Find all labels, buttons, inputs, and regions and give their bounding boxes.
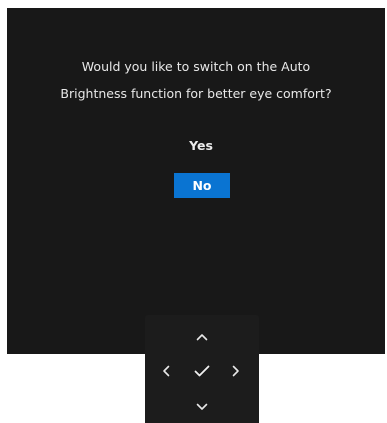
osd-dialog: Would you like to switch on the Auto Bri… bbox=[7, 8, 385, 354]
up-button[interactable] bbox=[191, 326, 213, 348]
left-button[interactable] bbox=[155, 360, 177, 382]
dialog-prompt: Would you like to switch on the Auto Bri… bbox=[7, 53, 385, 107]
screen: Would you like to switch on the Auto Bri… bbox=[0, 0, 387, 423]
joystick-guide bbox=[145, 315, 259, 423]
confirm-button[interactable] bbox=[191, 360, 213, 382]
chevron-up-icon bbox=[196, 333, 208, 341]
chevron-right-icon bbox=[232, 365, 240, 377]
chevron-down-icon bbox=[196, 403, 208, 411]
prompt-line-1: Would you like to switch on the Auto bbox=[81, 59, 311, 74]
prompt-line-2: Brightness function for better eye comfo… bbox=[60, 86, 332, 101]
right-button[interactable] bbox=[225, 360, 247, 382]
chevron-left-icon bbox=[162, 365, 170, 377]
yes-option[interactable]: Yes bbox=[173, 134, 229, 158]
checkmark-icon bbox=[194, 365, 210, 377]
no-option[interactable]: No bbox=[174, 173, 230, 198]
down-button[interactable] bbox=[191, 396, 213, 418]
